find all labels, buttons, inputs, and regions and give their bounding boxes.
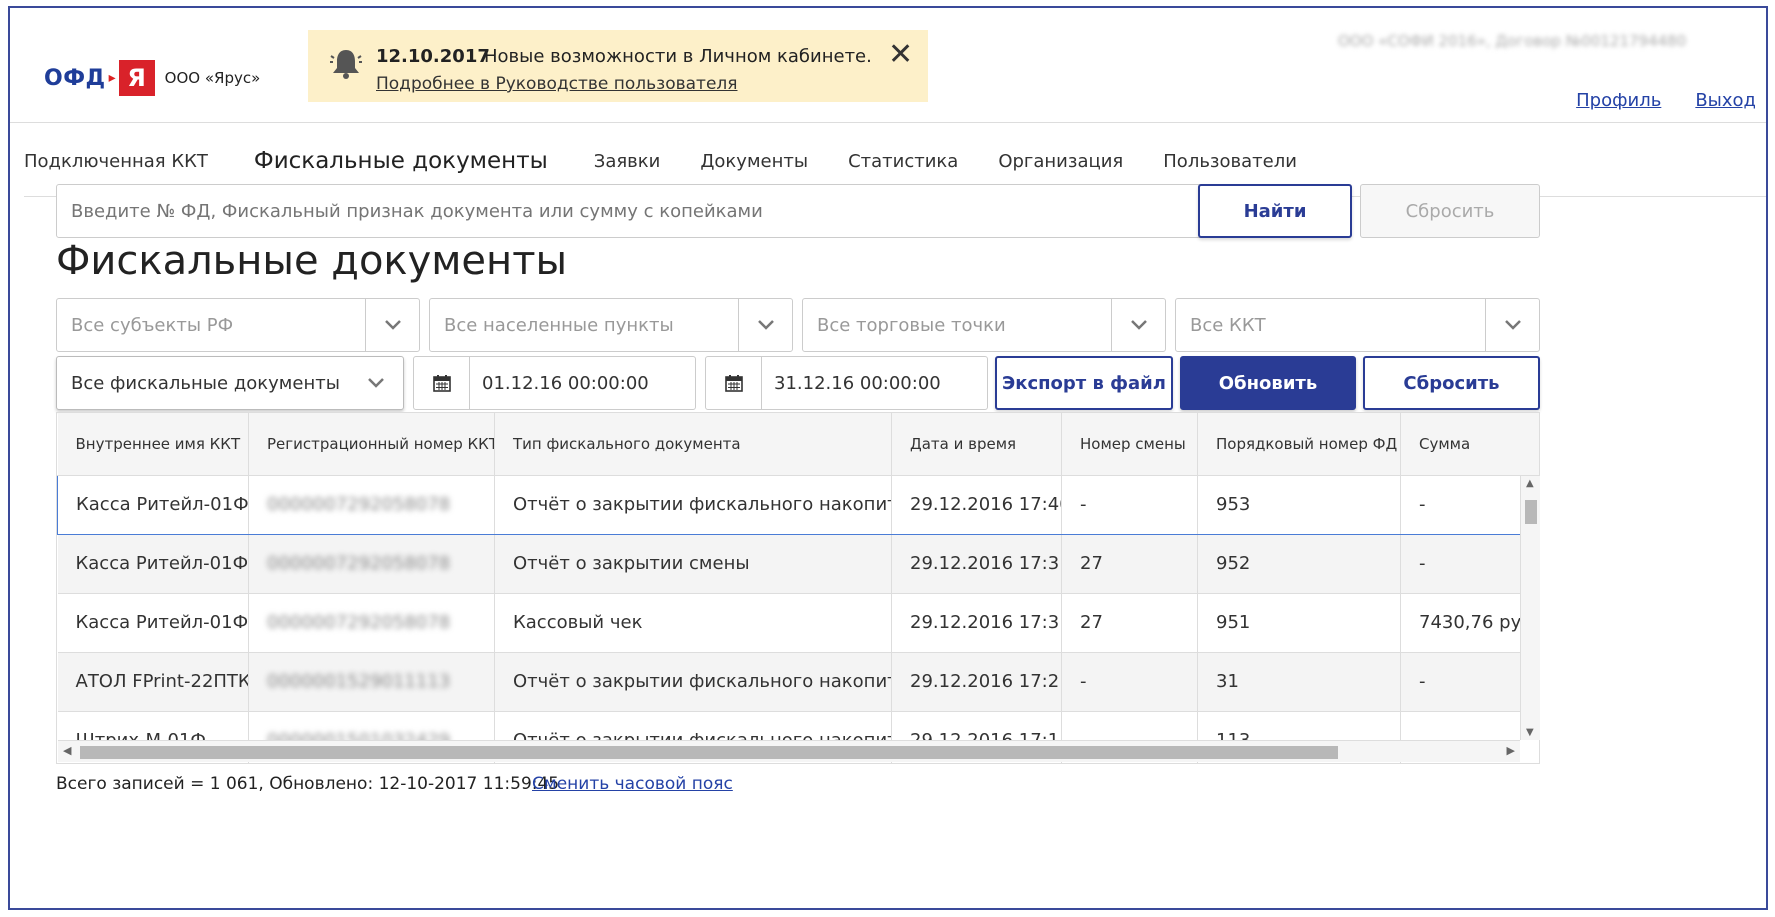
notification-banner: 12.10.2017 Новые возможности в Личном ка…: [308, 30, 928, 102]
kkt-select-value: Все ККТ: [1190, 314, 1266, 336]
cell-fd-number: 952: [1197, 534, 1401, 594]
reg-number-text: 0000001529011113: [267, 671, 451, 692]
point-select-value: Все торговые точки: [817, 314, 1006, 336]
cell-datetime: 29.12.2016 17:40: [891, 474, 1062, 535]
column-header[interactable]: Внутреннее имя ККТ: [57, 413, 249, 476]
region-select[interactable]: Все субъекты РФ: [56, 298, 420, 352]
date-from-field[interactable]: 01.12.16 00:00:00: [413, 356, 696, 410]
cell-doc-type: Отчёт о закрытии фискального накопителя: [494, 652, 892, 712]
find-button[interactable]: Найти: [1198, 184, 1352, 238]
cell-fd-number: 953: [1197, 474, 1401, 535]
cell-kkt-name: АТОЛ FPrint-22ПТК: [57, 652, 249, 712]
cell-reg-number: 0000007292058078: [248, 474, 495, 535]
scroll-right-icon[interactable]: ▶: [1507, 744, 1515, 757]
column-header[interactable]: Номер смены: [1061, 413, 1198, 476]
bell-icon: [330, 50, 362, 79]
scroll-left-icon[interactable]: ◀: [63, 744, 71, 757]
cell-shift: 27: [1061, 593, 1198, 653]
city-select[interactable]: Все населенные пункты: [429, 298, 793, 352]
chevron-down-icon: [1485, 299, 1539, 351]
cell-shift: -: [1061, 652, 1198, 712]
table-row[interactable]: Касса Ритейл-01Ф 0000007292058078 Кассов…: [57, 593, 1539, 653]
table-row[interactable]: Касса Ритейл-01Ф 0000007292058078 Отчёт …: [57, 474, 1539, 535]
user-links: Профиль Выход: [1576, 90, 1756, 111]
table-row[interactable]: Касса Ритейл-01Ф 0000007292058078 Отчёт …: [57, 534, 1539, 594]
logo-ofd-text: ОФД: [44, 65, 106, 91]
doc-type-select-value: Все фискальные документы: [71, 372, 340, 394]
logo-ya-badge: Я: [118, 60, 155, 96]
page-title: Фискальные документы: [56, 238, 568, 284]
date-to-field[interactable]: 31.12.16 00:00:00: [705, 356, 988, 410]
scroll-down-icon[interactable]: ▼: [1526, 727, 1534, 738]
logout-link[interactable]: Выход: [1695, 90, 1756, 111]
notice-message: Новые возможности в Личном кабинете.: [484, 46, 872, 67]
column-header[interactable]: Сумма: [1400, 413, 1539, 476]
vertical-scrollbar[interactable]: ▲ ▼: [1520, 476, 1540, 740]
profile-link[interactable]: Профиль: [1576, 90, 1661, 111]
filters-reset-button[interactable]: Сбросить: [1363, 356, 1540, 410]
cell-fd-number: 951: [1197, 593, 1401, 653]
header-divider: [10, 122, 1766, 123]
cell-kkt-name: Касса Ритейл-01Ф: [57, 534, 249, 594]
cell-fd-number: 31: [1197, 652, 1401, 712]
doc-type-select[interactable]: Все фискальные документы: [56, 356, 404, 410]
notice-guide-link[interactable]: Подробнее в Руководстве пользователя: [376, 74, 738, 94]
cell-datetime: 29.12.2016 17:21: [891, 652, 1062, 712]
cell-doc-type: Кассовый чек: [494, 593, 892, 653]
calendar-icon[interactable]: [706, 357, 762, 409]
cell-datetime: 29.12.2016 17:31: [891, 534, 1062, 594]
contract-info: ООО «СОФИ 2016», Договор №00121794480: [1338, 32, 1687, 50]
chevron-down-icon: [349, 357, 403, 409]
search-input[interactable]: [56, 184, 1340, 238]
horizontal-scroll-thumb[interactable]: [80, 746, 1338, 759]
city-select-value: Все населенные пункты: [444, 314, 674, 336]
close-icon[interactable]: ✕: [888, 40, 913, 70]
cell-datetime: 29.12.2016 17:31: [891, 593, 1062, 653]
kkt-select[interactable]: Все ККТ: [1175, 298, 1540, 352]
chevron-down-icon: [1111, 299, 1165, 351]
reg-number-text: 0000007292058078: [267, 494, 451, 515]
app-window: ОФД ▸ Я ООО «Ярус» 12.10.2017 Новые возм…: [8, 6, 1768, 910]
notice-date: 12.10.2017: [376, 46, 490, 67]
cell-reg-number: 0000001529011113: [248, 652, 495, 712]
export-button[interactable]: Экспорт в файл: [995, 356, 1173, 410]
calendar-icon[interactable]: [414, 357, 470, 409]
refresh-button[interactable]: Обновить: [1180, 356, 1356, 410]
timezone-link[interactable]: Сменить часовой пояс: [532, 774, 733, 794]
cell-shift: -: [1061, 474, 1198, 535]
cell-kkt-name: Касса Ритейл-01Ф: [57, 474, 249, 535]
logo[interactable]: ОФД ▸ Я ООО «Ярус»: [44, 60, 260, 96]
column-header[interactable]: Тип фискального документа: [494, 413, 892, 476]
vertical-scroll-thumb[interactable]: [1525, 500, 1537, 524]
table-header-row: Внутреннее имя ККТ Регистрационный номер…: [57, 413, 1539, 476]
reg-number-text: 0000007292058078: [267, 553, 451, 574]
table-row[interactable]: АТОЛ FPrint-22ПТК 0000001529011113 Отчёт…: [57, 652, 1539, 712]
column-header[interactable]: Дата и время: [891, 413, 1062, 476]
column-header[interactable]: Регистрационный номер ККТ: [248, 413, 495, 476]
point-select[interactable]: Все торговые точки: [802, 298, 1166, 352]
cell-doc-type: Отчёт о закрытии смены: [494, 534, 892, 594]
scroll-up-icon[interactable]: ▲: [1526, 478, 1534, 489]
cell-reg-number: 0000007292058078: [248, 593, 495, 653]
chevron-down-icon: [365, 299, 419, 351]
cell-kkt-name: Касса Ритейл-01Ф: [57, 593, 249, 653]
region-select-value: Все субъекты РФ: [71, 314, 234, 336]
column-header[interactable]: Порядковый номер ФД: [1197, 413, 1401, 476]
logo-arrow-icon: ▸: [108, 70, 116, 86]
date-to-value: 31.12.16 00:00:00: [774, 372, 941, 394]
reg-number-text: 0000007292058078: [267, 612, 451, 633]
cell-reg-number: 0000007292058078: [248, 534, 495, 594]
documents-table: Внутреннее имя ККТ Регистрационный номер…: [56, 412, 1540, 764]
date-from-value: 01.12.16 00:00:00: [482, 372, 649, 394]
cell-shift: 27: [1061, 534, 1198, 594]
cell-doc-type: Отчёт о закрытии фискального накопителя: [494, 474, 892, 535]
horizontal-scrollbar[interactable]: ◀ ▶: [58, 740, 1520, 762]
chevron-down-icon: [738, 299, 792, 351]
search-reset-button[interactable]: Сбросить: [1360, 184, 1540, 238]
records-summary: Всего записей = 1 061, Обновлено: 12-10-…: [56, 774, 560, 794]
logo-org-name: ООО «Ярус»: [164, 69, 261, 87]
